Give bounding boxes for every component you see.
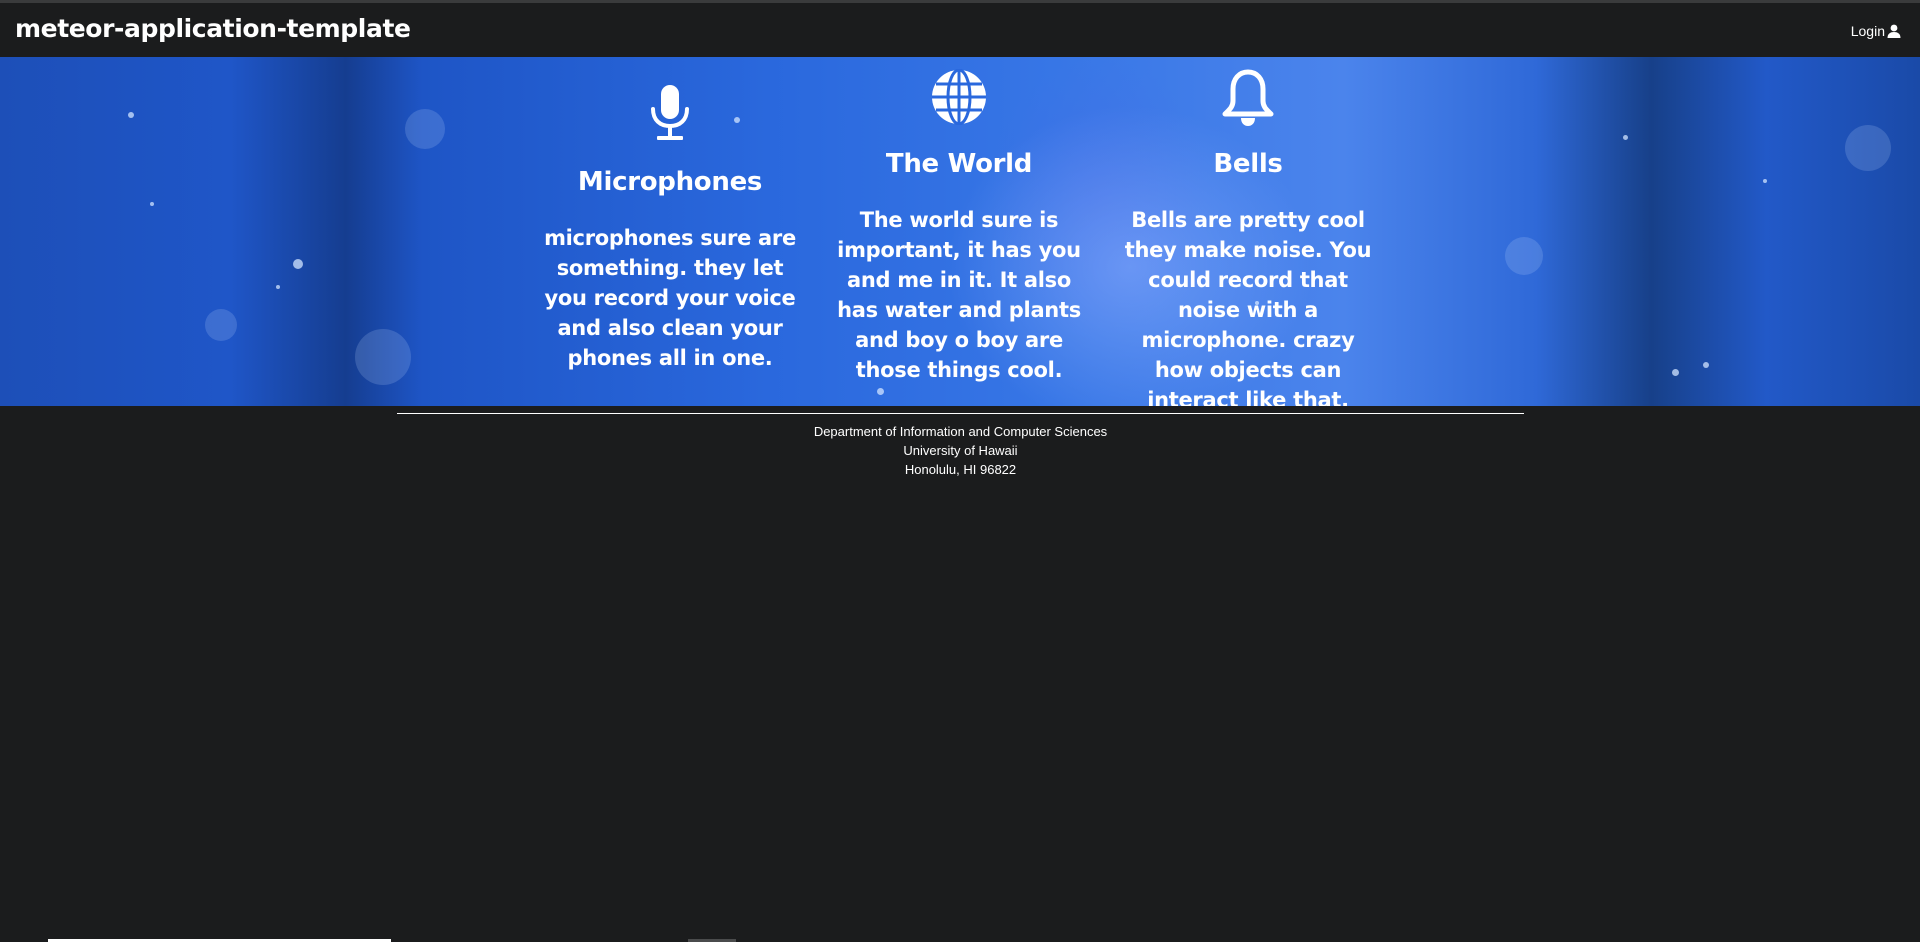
bokeh-particle — [1505, 237, 1543, 275]
feature-the-world: The World The world sure is important, i… — [830, 69, 1088, 385]
bokeh-particle — [128, 112, 134, 118]
feature-bells: Bells Bells are pretty cool they make no… — [1119, 69, 1377, 406]
bokeh-particle — [1703, 362, 1709, 368]
feature-title: Microphones — [577, 167, 763, 197]
microphone-icon — [651, 85, 689, 140]
bokeh-particle — [150, 202, 154, 206]
user-icon — [1887, 24, 1901, 38]
bokeh-particle — [1623, 135, 1628, 140]
globe-icon — [932, 69, 986, 125]
bell-icon — [1222, 69, 1274, 126]
top-navbar: meteor-application-template Login — [0, 3, 1920, 57]
bokeh-particle — [877, 388, 884, 395]
bokeh-particle — [293, 259, 303, 269]
feature-text: The world sure is important, it has you … — [837, 208, 1081, 382]
feature-text: Bells are pretty cool they make noise. Y… — [1124, 208, 1372, 406]
page-footer: Department of Information and Computer S… — [397, 413, 1524, 479]
bokeh-particle — [205, 309, 237, 341]
bokeh-particle — [276, 285, 280, 289]
bokeh-particle — [1763, 179, 1767, 183]
feature-text: microphones sure are something. they let… — [544, 226, 796, 370]
login-button[interactable]: Login — [1851, 23, 1901, 39]
feature-microphones: Microphones microphones sure are somethi… — [541, 85, 799, 373]
hero-banner: Microphones microphones sure are somethi… — [0, 57, 1920, 406]
bokeh-particle — [1845, 125, 1891, 171]
login-label: Login — [1850, 23, 1885, 39]
bokeh-particle — [355, 329, 411, 385]
brand-link[interactable]: meteor-application-template — [15, 14, 411, 43]
bokeh-particle — [1672, 369, 1679, 376]
footer-address: Honolulu, HI 96822 — [904, 462, 1017, 477]
feature-title: Bells — [1213, 149, 1283, 179]
footer-department: Department of Information and Computer S… — [813, 424, 1108, 439]
footer-university: University of Hawaii — [903, 443, 1018, 458]
bokeh-particle — [405, 109, 445, 149]
feature-title: The World — [885, 149, 1033, 179]
